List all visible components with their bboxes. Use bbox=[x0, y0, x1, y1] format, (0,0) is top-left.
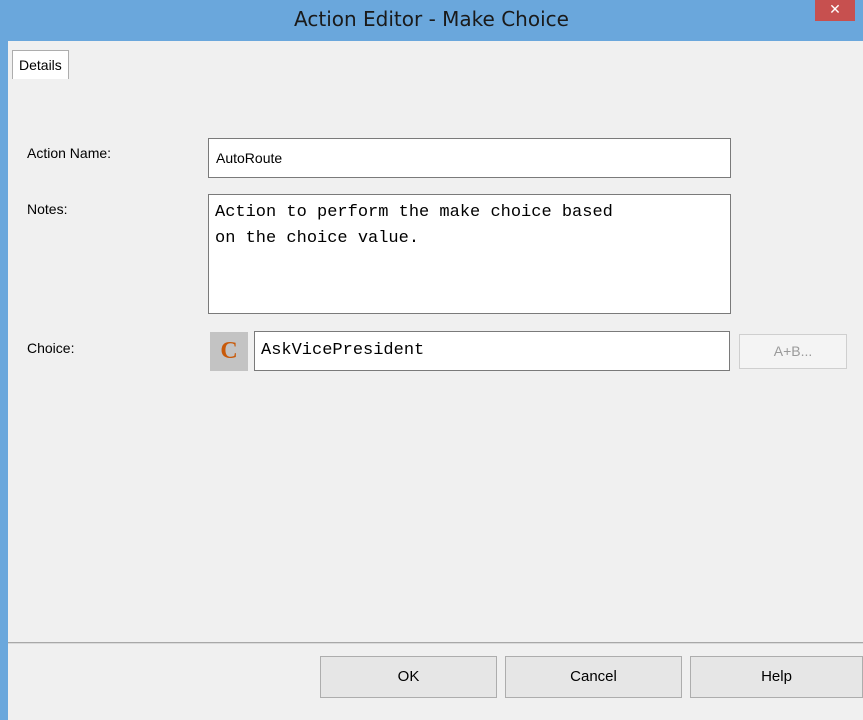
action-name-label: Action Name: bbox=[27, 145, 112, 161]
tab-details[interactable]: Details bbox=[12, 50, 69, 80]
choice-label: Choice: bbox=[27, 340, 75, 356]
close-icon: ✕ bbox=[829, 2, 841, 18]
choice-icon[interactable]: C bbox=[210, 332, 248, 371]
ok-button[interactable]: OK bbox=[320, 656, 497, 698]
expression-button[interactable]: A+B... bbox=[739, 334, 847, 369]
action-name-input[interactable]: AutoRoute bbox=[208, 138, 731, 178]
dialog-client-area: Details Action Name: AutoRoute Notes: Ac… bbox=[8, 41, 863, 720]
help-button[interactable]: Help bbox=[690, 656, 863, 698]
window-title: Action Editor - Make Choice bbox=[294, 7, 569, 31]
notes-label: Notes: bbox=[27, 201, 68, 217]
title-bar[interactable]: Action Editor - Make Choice ✕ bbox=[0, 0, 863, 41]
tab-strip: Details bbox=[8, 50, 863, 80]
button-bar: OK Cancel Help bbox=[8, 644, 863, 720]
cancel-button[interactable]: Cancel bbox=[505, 656, 682, 698]
action-editor-window: Action Editor - Make Choice ✕ Details Ac… bbox=[0, 0, 863, 720]
choice-input[interactable]: AskVicePresident bbox=[254, 331, 730, 371]
notes-textarea[interactable]: Action to perform the make choice based … bbox=[208, 194, 731, 314]
details-panel: Action Name: AutoRoute Notes: Action to … bbox=[8, 79, 863, 642]
close-button[interactable]: ✕ bbox=[815, 0, 855, 21]
